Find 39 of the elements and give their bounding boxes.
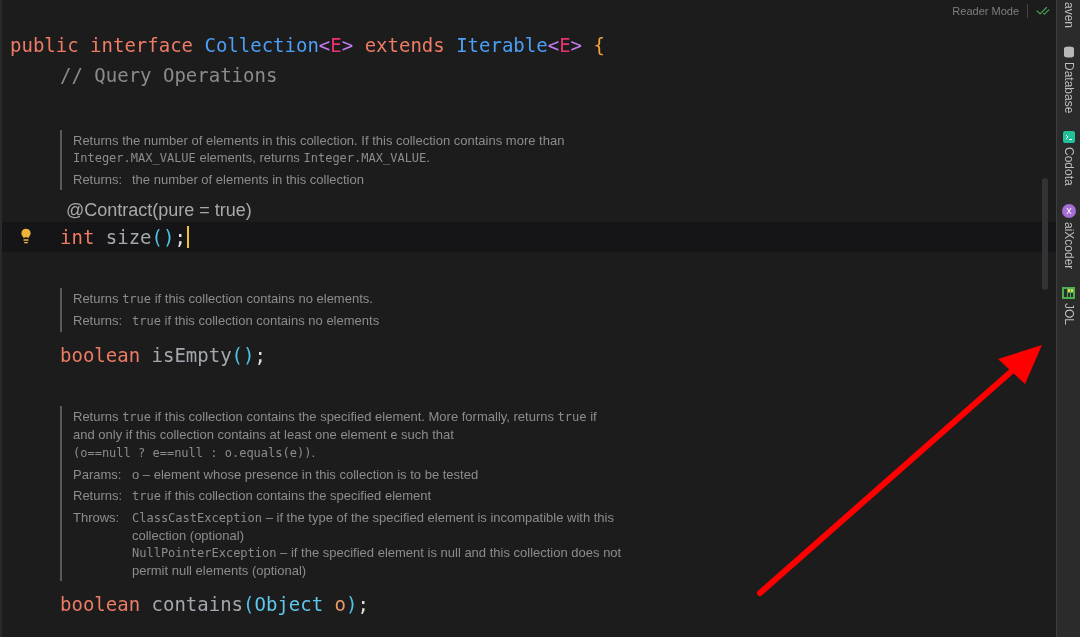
doc-text: (o==null ? e==null : o.equals(e)). (73, 444, 317, 462)
text-cursor (186, 226, 189, 248)
tool-window-tab[interactable]: aiXcoder (1061, 204, 1076, 270)
grid-icon (1062, 287, 1075, 300)
code-line: public interface Collection<E> extends Iterable<E> { (10, 32, 605, 58)
doc-text: o – element whose presence in this collection is to be tested (132, 466, 479, 483)
tool-window-tab[interactable]: Codota (1061, 131, 1076, 187)
doc-text: collection (optional) (132, 527, 245, 544)
scrollbar-thumb[interactable] (1042, 178, 1048, 290)
code-line: boolean isEmpty(); (60, 342, 266, 368)
doc-text: and only if this collection contains at least one element e such that (73, 426, 455, 444)
code-line: int size(); (60, 224, 186, 250)
database-icon (1062, 46, 1075, 59)
doc-tag: Params: (73, 466, 132, 483)
doc-text: true if this collection contains no elements (132, 312, 380, 330)
annotation: @Contract(pure = true) (66, 198, 252, 222)
doc-tag: Returns: (73, 171, 132, 188)
code-line: boolean contains(Object o); (60, 591, 369, 617)
doc-text: Returns true if this collection contains no elements. (73, 290, 374, 308)
doc-text: Returns true if this collection contains the specified element. More formally, returns true if (73, 408, 598, 426)
circle-icon (1061, 204, 1076, 219)
tool-window-tab[interactable]: JOL (1061, 287, 1076, 326)
doc-text: ClassCastException – if the type of the specified element is incompatible with this (132, 509, 615, 527)
check-icon[interactable] (1036, 4, 1050, 18)
doc-text: true if this collection contains the specified element (132, 487, 432, 505)
code-comment: // Query Operations (60, 62, 278, 88)
doc-text: Integer.MAX_VALUE elements, returns Integer.MAX_VALUE. (73, 149, 431, 167)
doc-tag: Returns: (73, 487, 132, 505)
doc-text: Returns the number of elements in this collection. If this collection contains more than (73, 132, 566, 149)
lightbulb-icon[interactable] (18, 228, 34, 244)
tool-window-tab[interactable]: Database (1061, 46, 1076, 114)
doc-text: permit null elements (optional) (132, 562, 308, 579)
doc-text: NullPointerException – if the specified element is null and this collection does not (132, 544, 622, 562)
reader-mode-button[interactable]: Reader Mode (952, 4, 1028, 18)
doc-tag: Throws: (73, 509, 132, 579)
terminal-icon (1062, 131, 1075, 144)
doc-tag: Returns: (73, 312, 132, 330)
doc-text: the number of elements in this collection (132, 171, 364, 188)
tool-window-tab[interactable]: aven (1061, 2, 1076, 29)
